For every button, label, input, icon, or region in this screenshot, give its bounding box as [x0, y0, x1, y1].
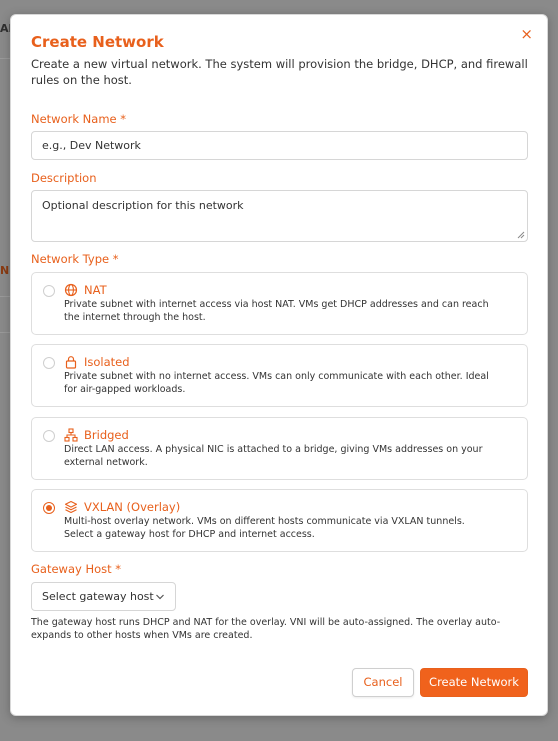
- radio-vxlan[interactable]: [43, 502, 55, 514]
- layers-icon: [64, 500, 78, 514]
- dialog-title: Create Network: [31, 33, 164, 51]
- radio-nat[interactable]: [43, 285, 55, 297]
- radio-bridged[interactable]: [43, 430, 55, 442]
- create-network-dialog: × Create Network Create a new virtual ne…: [10, 14, 548, 716]
- network-type-option-isolated[interactable]: Isolated Private subnet with no internet…: [31, 344, 528, 407]
- chevron-down-icon: [156, 594, 164, 600]
- resize-grip-icon[interactable]: [517, 231, 525, 239]
- globe-icon: [64, 283, 78, 297]
- option-title-bridged: Bridged: [84, 428, 129, 442]
- radio-isolated[interactable]: [43, 357, 55, 369]
- option-description-vxlan: Multi-host overlay network. VMs on diffe…: [64, 516, 465, 540]
- option-title-vxlan: VXLAN (Overlay): [84, 500, 181, 514]
- description-textarea[interactable]: Optional description for this network: [31, 190, 528, 242]
- create-network-button[interactable]: Create Network: [420, 668, 528, 697]
- gateway-host-value: Select gateway host: [42, 590, 154, 603]
- network-type-option-bridged[interactable]: Bridged Direct LAN access. A physical NI…: [31, 417, 528, 480]
- network-name-input[interactable]: e.g., Dev Network: [31, 131, 528, 160]
- option-description-isolated: Private subnet with no internet access. …: [64, 371, 489, 395]
- description-label: Description: [31, 171, 97, 185]
- cancel-button[interactable]: Cancel: [352, 668, 414, 697]
- network-type-label: Network Type *: [31, 252, 119, 266]
- network-type-option-vxlan[interactable]: VXLAN (Overlay) Multi-host overlay netwo…: [31, 489, 528, 552]
- dialog-subtitle: Create a new virtual network. The system…: [31, 57, 528, 87]
- network-type-option-nat[interactable]: NAT Private subnet with internet access …: [31, 272, 528, 335]
- lock-icon: [65, 356, 77, 369]
- close-icon[interactable]: ×: [520, 27, 533, 42]
- option-description-nat: Private subnet with internet access via …: [64, 299, 489, 323]
- gateway-host-select[interactable]: Select gateway host: [31, 582, 176, 611]
- option-title-isolated: Isolated: [84, 355, 130, 369]
- option-description-bridged: Direct LAN access. A physical NIC is att…: [64, 444, 483, 468]
- gateway-help-text: The gateway host runs DHCP and NAT for t…: [31, 617, 501, 641]
- network-tree-icon: [64, 428, 78, 442]
- option-title-nat: NAT: [84, 283, 107, 297]
- gateway-host-label: Gateway Host *: [31, 562, 122, 576]
- background-text-fragment: N: [0, 264, 10, 277]
- description-placeholder: Optional description for this network: [42, 199, 244, 212]
- network-name-label: Network Name *: [31, 112, 127, 126]
